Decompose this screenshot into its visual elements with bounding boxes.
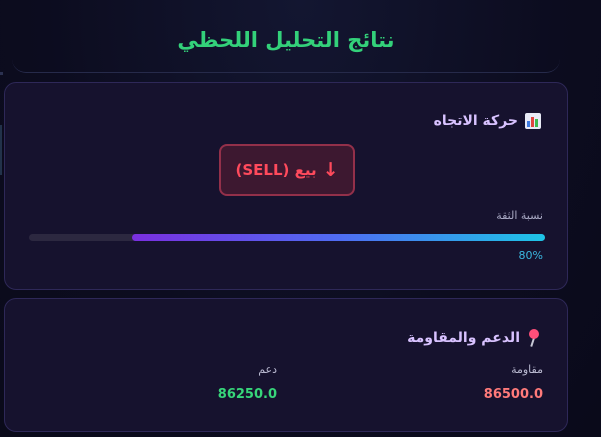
scroll-indicator — [0, 125, 2, 175]
trend-card: حركة الاتجاه ↓ بيع (SELL) نسبة الثقة 80% — [4, 82, 568, 290]
levels-heading: الدعم والمقاومة — [407, 329, 541, 347]
resistance-label: مقاومة — [511, 363, 543, 376]
pin-icon — [527, 329, 541, 347]
analysis-page: نتائج التحليل اللحظي حركة الاتجاه ↓ بيع … — [0, 0, 601, 437]
trend-heading: حركة الاتجاه — [434, 113, 541, 129]
support-value: 86250.0 — [217, 387, 277, 402]
confidence-label: نسبة الثقة — [496, 209, 543, 222]
bar-chart-icon — [525, 113, 541, 129]
signal-label: بيع (SELL) — [235, 161, 317, 179]
support-label: دعم — [258, 363, 277, 376]
arrow-down-icon: ↓ — [322, 158, 339, 181]
confidence-value: 80% — [518, 249, 543, 262]
edge-marker — [0, 72, 3, 75]
page-title: نتائج التحليل اللحظي — [177, 28, 395, 52]
confidence-progress-bar — [29, 234, 545, 241]
confidence-progress-fill — [132, 234, 545, 241]
trend-heading-label: حركة الاتجاه — [433, 113, 518, 129]
sell-signal-badge: ↓ بيع (SELL) — [219, 144, 355, 196]
resistance-value: 86500.0 — [483, 387, 543, 402]
levels-heading-label: الدعم والمقاومة — [407, 330, 520, 346]
support-resistance-card: الدعم والمقاومة مقاومة 86500.0 دعم 86250… — [4, 298, 568, 432]
results-header: نتائج التحليل اللحظي — [12, 0, 560, 73]
